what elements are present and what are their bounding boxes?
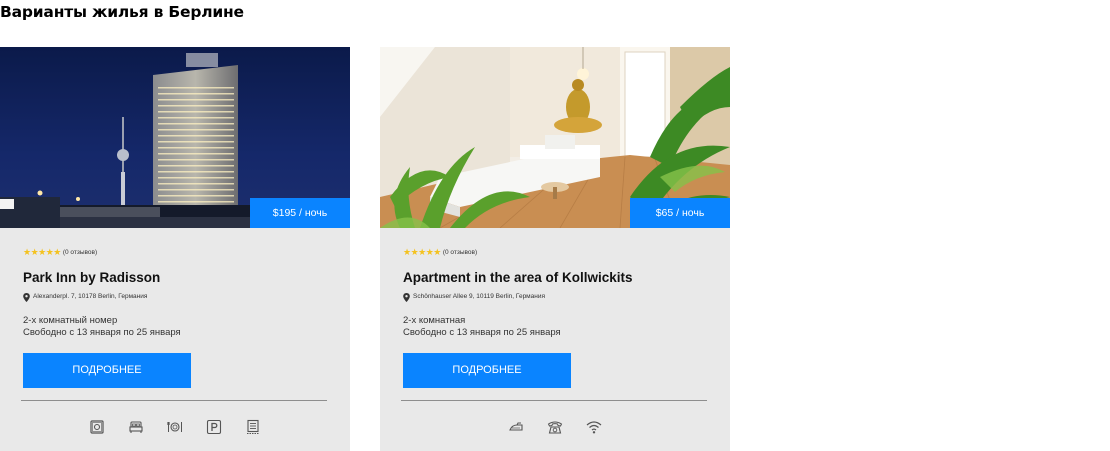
- details-button[interactable]: ПОДРОБНЕЕ: [403, 353, 571, 388]
- listing-card[interactable]: $195 / ночь ★★★★★ (0 отзывов) Park Inn b…: [0, 47, 350, 451]
- listing-title[interactable]: Park Inn by Radisson: [23, 270, 160, 285]
- reviews-count[interactable]: (0 отзывов): [63, 247, 97, 259]
- room-type: 2-х комнатная: [403, 315, 466, 326]
- listing-title[interactable]: Apartment in the area of Kollwickits: [403, 270, 633, 285]
- room-type: 2-х комнатный номер: [23, 315, 118, 326]
- rating: ★★★★★ (0 отзывов): [403, 247, 477, 259]
- amenities-list: [508, 419, 602, 435]
- location-pin-icon: [23, 292, 30, 302]
- availability: Свободно с 13 января по 25 января: [23, 327, 181, 338]
- iron-icon: [508, 419, 524, 435]
- parking-icon: [206, 419, 222, 435]
- star-rating-icon: ★★★★★: [23, 248, 61, 258]
- section-title: Варианты жилья в Берлине: [0, 3, 244, 21]
- divider: [401, 400, 707, 401]
- restaurant-icon: [167, 419, 183, 435]
- phone-icon: [547, 419, 563, 435]
- price-badge: $195 / ночь: [250, 198, 350, 228]
- price-badge: $65 / ночь: [630, 198, 730, 228]
- details-button[interactable]: ПОДРОБНЕЕ: [23, 353, 191, 388]
- divider: [21, 400, 327, 401]
- listing-card[interactable]: $65 / ночь ★★★★★ (0 отзывов) Apartment i…: [380, 47, 730, 451]
- address: Alexanderpl. 7, 10178 Berlin, Германия: [23, 292, 147, 302]
- rating: ★★★★★ (0 отзывов): [23, 247, 97, 259]
- address: Schönhauser Allee 9, 10119 Berlin, Герма…: [403, 292, 545, 302]
- safe-icon: [89, 419, 105, 435]
- address-text: Schönhauser Allee 9, 10119 Berlin, Герма…: [413, 293, 546, 300]
- laundry-icon: [245, 419, 261, 435]
- reviews-count[interactable]: (0 отзывов): [443, 247, 477, 259]
- location-pin-icon: [403, 292, 410, 302]
- availability: Свободно с 13 января по 25 января: [403, 327, 561, 338]
- amenities-list: [89, 419, 261, 435]
- bed-icon: [128, 419, 144, 435]
- address-text: Alexanderpl. 7, 10178 Berlin, Германия: [33, 293, 148, 300]
- wifi-icon: [586, 419, 602, 435]
- star-rating-icon: ★★★★★: [403, 248, 441, 258]
